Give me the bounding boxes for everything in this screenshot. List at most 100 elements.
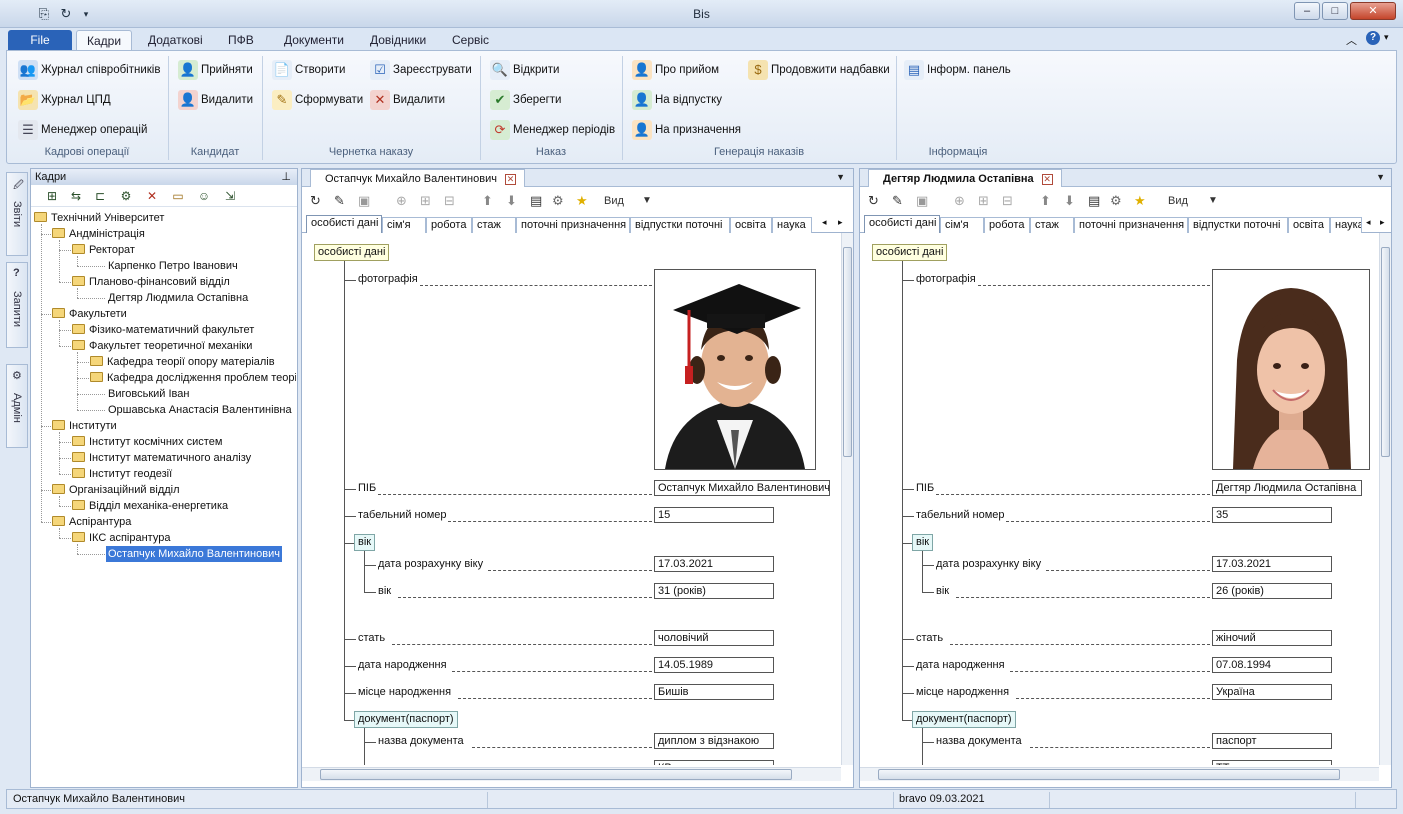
close-button[interactable]: ✕ [1350, 2, 1396, 20]
birth-date-field[interactable]: 14.05.1989 [654, 657, 774, 673]
move-up-icon[interactable]: ⬆ [1040, 193, 1051, 209]
side-tab-reports[interactable]: 🖉 Звіти [6, 172, 28, 256]
save-icon[interactable]: ▣ [358, 193, 370, 209]
delete-draft-button[interactable]: ✕ Видалити [370, 89, 445, 111]
tree-hierarchy-icon[interactable]: ⊏ [91, 188, 109, 204]
ribbon-collapse-icon[interactable]: ︿ [1346, 32, 1357, 48]
tabs-scroll-left-icon[interactable]: ◂ [1366, 217, 1371, 228]
tree-node-person[interactable]: Виговський Іван [108, 386, 189, 402]
tab-dovidnyky[interactable]: Довідники [360, 30, 436, 50]
tree-node[interactable]: Кафедра дослідження проблем теорі [90, 370, 296, 386]
vertical-scrollbar[interactable] [1379, 233, 1391, 765]
properties-icon[interactable]: ▤ [530, 193, 542, 209]
birth-place-field[interactable]: Бишів [654, 684, 774, 700]
tab-pfv[interactable]: ПФВ [218, 30, 264, 50]
tree-link-icon[interactable]: ⇆ [67, 188, 85, 204]
tab-current-vacations[interactable]: відпустки поточні [1188, 217, 1288, 233]
extend-bonuses-button[interactable]: $ Продовжити надбавки [748, 59, 890, 81]
edit-icon[interactable]: ✎ [892, 193, 903, 209]
tabs-scroll-right-icon[interactable]: ▸ [838, 217, 843, 228]
tree-node[interactable]: Інститут геодезії [72, 466, 172, 482]
vacation-order-button[interactable]: 👤 На відпустку [632, 89, 722, 111]
add-node-icon[interactable]: ⊕ [954, 193, 965, 209]
tree-node[interactable]: Андміністрація [52, 226, 145, 242]
save-order-button[interactable]: ✔ Зберегти [490, 89, 561, 111]
file-menu[interactable]: File [8, 30, 72, 50]
tree-node[interactable]: Факультети [52, 306, 127, 322]
age-calc-date-field[interactable]: 17.03.2021 [654, 556, 774, 572]
gear-icon[interactable]: ⚙ [1110, 193, 1122, 209]
close-tab-icon[interactable]: ✕ [1041, 173, 1053, 185]
tab-current-assignments[interactable]: поточні призначення [516, 217, 630, 233]
vertical-scrollbar[interactable] [841, 233, 853, 765]
move-down-icon[interactable]: ⬇ [1064, 193, 1075, 209]
tree-node[interactable]: Факультет теоретичної механіки [72, 338, 252, 354]
tree-node[interactable]: Організаційний відділ [52, 482, 180, 498]
operations-manager-button[interactable]: ☰ Менеджер операцій [18, 119, 147, 141]
tree-node[interactable]: Інститути [52, 418, 117, 434]
document-name-field[interactable]: паспорт [1212, 733, 1332, 749]
tree-node[interactable]: Аспірантура [52, 514, 131, 530]
add-node-icon[interactable]: ⊕ [396, 193, 407, 209]
tabs-scroll-right-icon[interactable]: ▸ [1380, 217, 1385, 228]
refresh-icon[interactable]: ↻ [310, 193, 321, 209]
document-next-field[interactable]: ТТ [1212, 760, 1332, 765]
properties-icon[interactable]: ▤ [1088, 193, 1100, 209]
tab-work[interactable]: робота [984, 217, 1030, 233]
tree-node[interactable]: ІКС аспірантура [72, 530, 170, 546]
tab-current-assignments[interactable]: поточні призначення [1074, 217, 1188, 233]
tree-folder-icon[interactable]: ▭ [169, 188, 187, 204]
tree-node[interactable]: Кафедра теорії опору матеріалів [90, 354, 275, 370]
maximize-button[interactable]: □ [1322, 2, 1348, 20]
tabs-scroll-left-icon[interactable]: ◂ [822, 217, 827, 228]
tree-user-icon[interactable]: ☺ [195, 188, 213, 204]
view-menu[interactable]: Вид [604, 193, 624, 209]
tab-number-field[interactable]: 15 [654, 507, 774, 523]
refresh-icon[interactable]: ↻ [868, 193, 879, 209]
tab-work[interactable]: робота [426, 217, 472, 233]
move-down-icon[interactable]: ⬇ [506, 193, 517, 209]
tree-node[interactable]: Ректорат [72, 242, 135, 258]
form-draft-button[interactable]: ✎ Сформувати [272, 89, 363, 111]
tab-science[interactable]: наука [772, 217, 812, 233]
tab-family[interactable]: сім'я [940, 217, 984, 233]
tree-node[interactable]: Технічний Університет [34, 210, 164, 226]
tree-node[interactable]: Відділ механіка-енергетика [72, 498, 228, 514]
tree-node[interactable]: Інститут космічних систем [72, 434, 222, 450]
document-next-field[interactable]: КВ [654, 760, 774, 765]
tree-node[interactable]: Інститут математичного аналізу [72, 450, 251, 466]
tab-kadry[interactable]: Кадри [76, 30, 133, 50]
remove-node-icon[interactable]: ⊟ [444, 193, 455, 209]
close-tab-icon[interactable]: ✕ [504, 173, 516, 185]
help-icon[interactable]: ? [1366, 31, 1380, 45]
hiring-order-button[interactable]: 👤 Про прийом [632, 59, 719, 81]
create-draft-button[interactable]: 📄 Створити [272, 59, 345, 81]
add-subnode-icon[interactable]: ⊞ [978, 193, 989, 209]
add-subnode-icon[interactable]: ⊞ [420, 193, 431, 209]
tree-node-person-selected[interactable]: Остапчук Михайло Валентинович [106, 546, 282, 562]
tab-personal-data[interactable]: особисті дані [864, 215, 940, 233]
info-panel-button[interactable]: ▤ Інформ. панель [904, 59, 1011, 81]
document-tab-1[interactable]: Остапчук Михайло Валентинович ✕ [310, 169, 525, 187]
remove-node-icon[interactable]: ⊟ [1002, 193, 1013, 209]
register-draft-button[interactable]: ☑ Зареєструвати [370, 59, 472, 81]
tree-settings-icon[interactable]: ⚙ [117, 188, 135, 204]
open-order-button[interactable]: 🔍 Відкрити [490, 59, 559, 81]
assignment-order-button[interactable]: 👤 На призначення [632, 119, 741, 141]
horizontal-scrollbar[interactable] [302, 767, 841, 781]
birth-date-field[interactable]: 07.08.1994 [1212, 657, 1332, 673]
employees-journal-button[interactable]: 👥 Журнал співробітників [18, 59, 160, 81]
document-name-field[interactable]: диплом з відзнакою [654, 733, 774, 749]
sex-field[interactable]: жіночий [1212, 630, 1332, 646]
tab-list-dropdown-icon[interactable]: ▼ [836, 172, 845, 182]
accept-candidate-button[interactable]: 👤 Прийняти [178, 59, 253, 81]
edit-icon[interactable]: ✎ [334, 193, 345, 209]
tab-current-vacations[interactable]: відпустки поточні [630, 217, 730, 233]
star-icon[interactable]: ★ [576, 193, 588, 209]
horizontal-scrollbar[interactable] [860, 767, 1379, 781]
tab-family[interactable]: сім'я [382, 217, 426, 233]
star-icon[interactable]: ★ [1134, 193, 1146, 209]
tree-node[interactable]: Планово-фінансовий відділ [72, 274, 230, 290]
view-menu[interactable]: Вид [1168, 193, 1188, 209]
tree-node-person[interactable]: Карпенко Петро Іванович [108, 258, 238, 274]
